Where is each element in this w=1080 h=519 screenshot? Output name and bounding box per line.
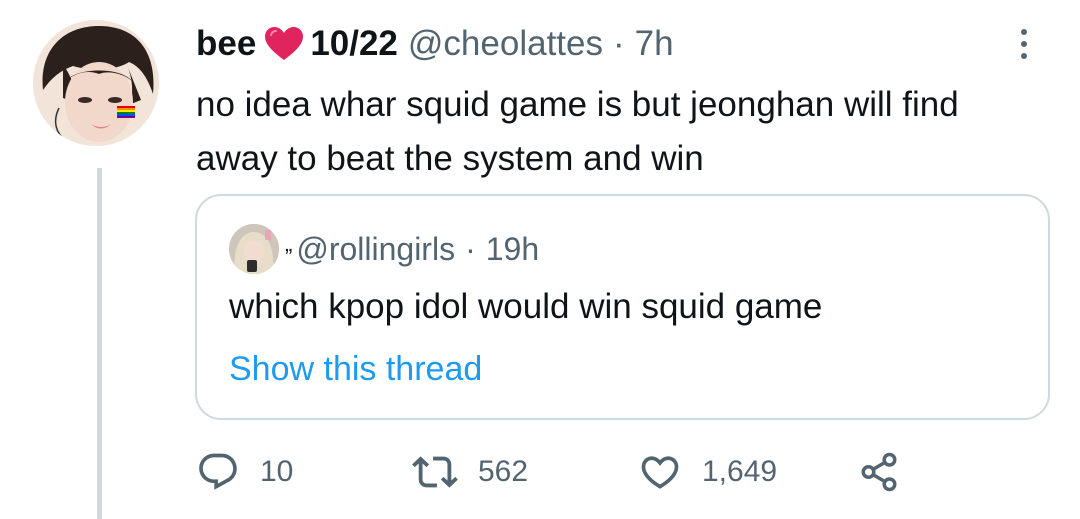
share-icon (861, 452, 897, 492)
avatar[interactable] (33, 20, 159, 146)
retweet-button[interactable]: 562 (412, 446, 528, 498)
quote-separator-dot: · (465, 231, 476, 267)
reply-button[interactable]: 10 (196, 446, 293, 498)
tweet-header: bee 10/22 @cheolattes · 7h (196, 22, 674, 66)
action-bar: 10 562 1,649 (196, 446, 916, 498)
share-button[interactable] (858, 446, 900, 498)
retweet-count: 562 (478, 455, 529, 488)
quote-text: which kpop idol would win squid game (229, 287, 823, 326)
quote-display-name[interactable]: „ (285, 220, 292, 268)
like-button[interactable]: 1,649 (638, 446, 777, 498)
tweet[interactable]: bee 10/22 @cheolattes · 7h no idea whar … (0, 0, 1080, 519)
display-name[interactable]: bee (196, 22, 256, 66)
more-options-icon[interactable] (1012, 26, 1036, 62)
like-count: 1,649 (702, 455, 778, 488)
quote-timestamp[interactable]: 19h (486, 225, 539, 273)
quote-avatar-photo-icon (229, 224, 279, 274)
reply-icon (199, 453, 237, 490)
tweet-text: no idea whar squid game is but jeonghan … (196, 85, 959, 178)
quote-tweet[interactable]: „ @rollingirls · 19h which kpop idol wou… (195, 194, 1050, 420)
handle[interactable]: @cheolattes (408, 22, 603, 66)
quote-avatar (229, 224, 279, 274)
quote-handle[interactable]: @rollingirls (296, 225, 455, 273)
separator-dot: · (613, 24, 625, 63)
quote-header: „ @rollingirls · 19h (229, 224, 539, 274)
thread-line (97, 168, 102, 519)
reply-count: 10 (260, 455, 294, 488)
heart-emoji-icon (264, 26, 304, 62)
retweet-icon (412, 456, 458, 488)
display-name-suffix[interactable]: 10/22 (310, 22, 398, 66)
timestamp[interactable]: 7h (635, 22, 674, 66)
show-thread-link[interactable]: Show this thread (229, 344, 482, 394)
like-icon (641, 456, 679, 489)
avatar-photo-icon (33, 20, 159, 146)
